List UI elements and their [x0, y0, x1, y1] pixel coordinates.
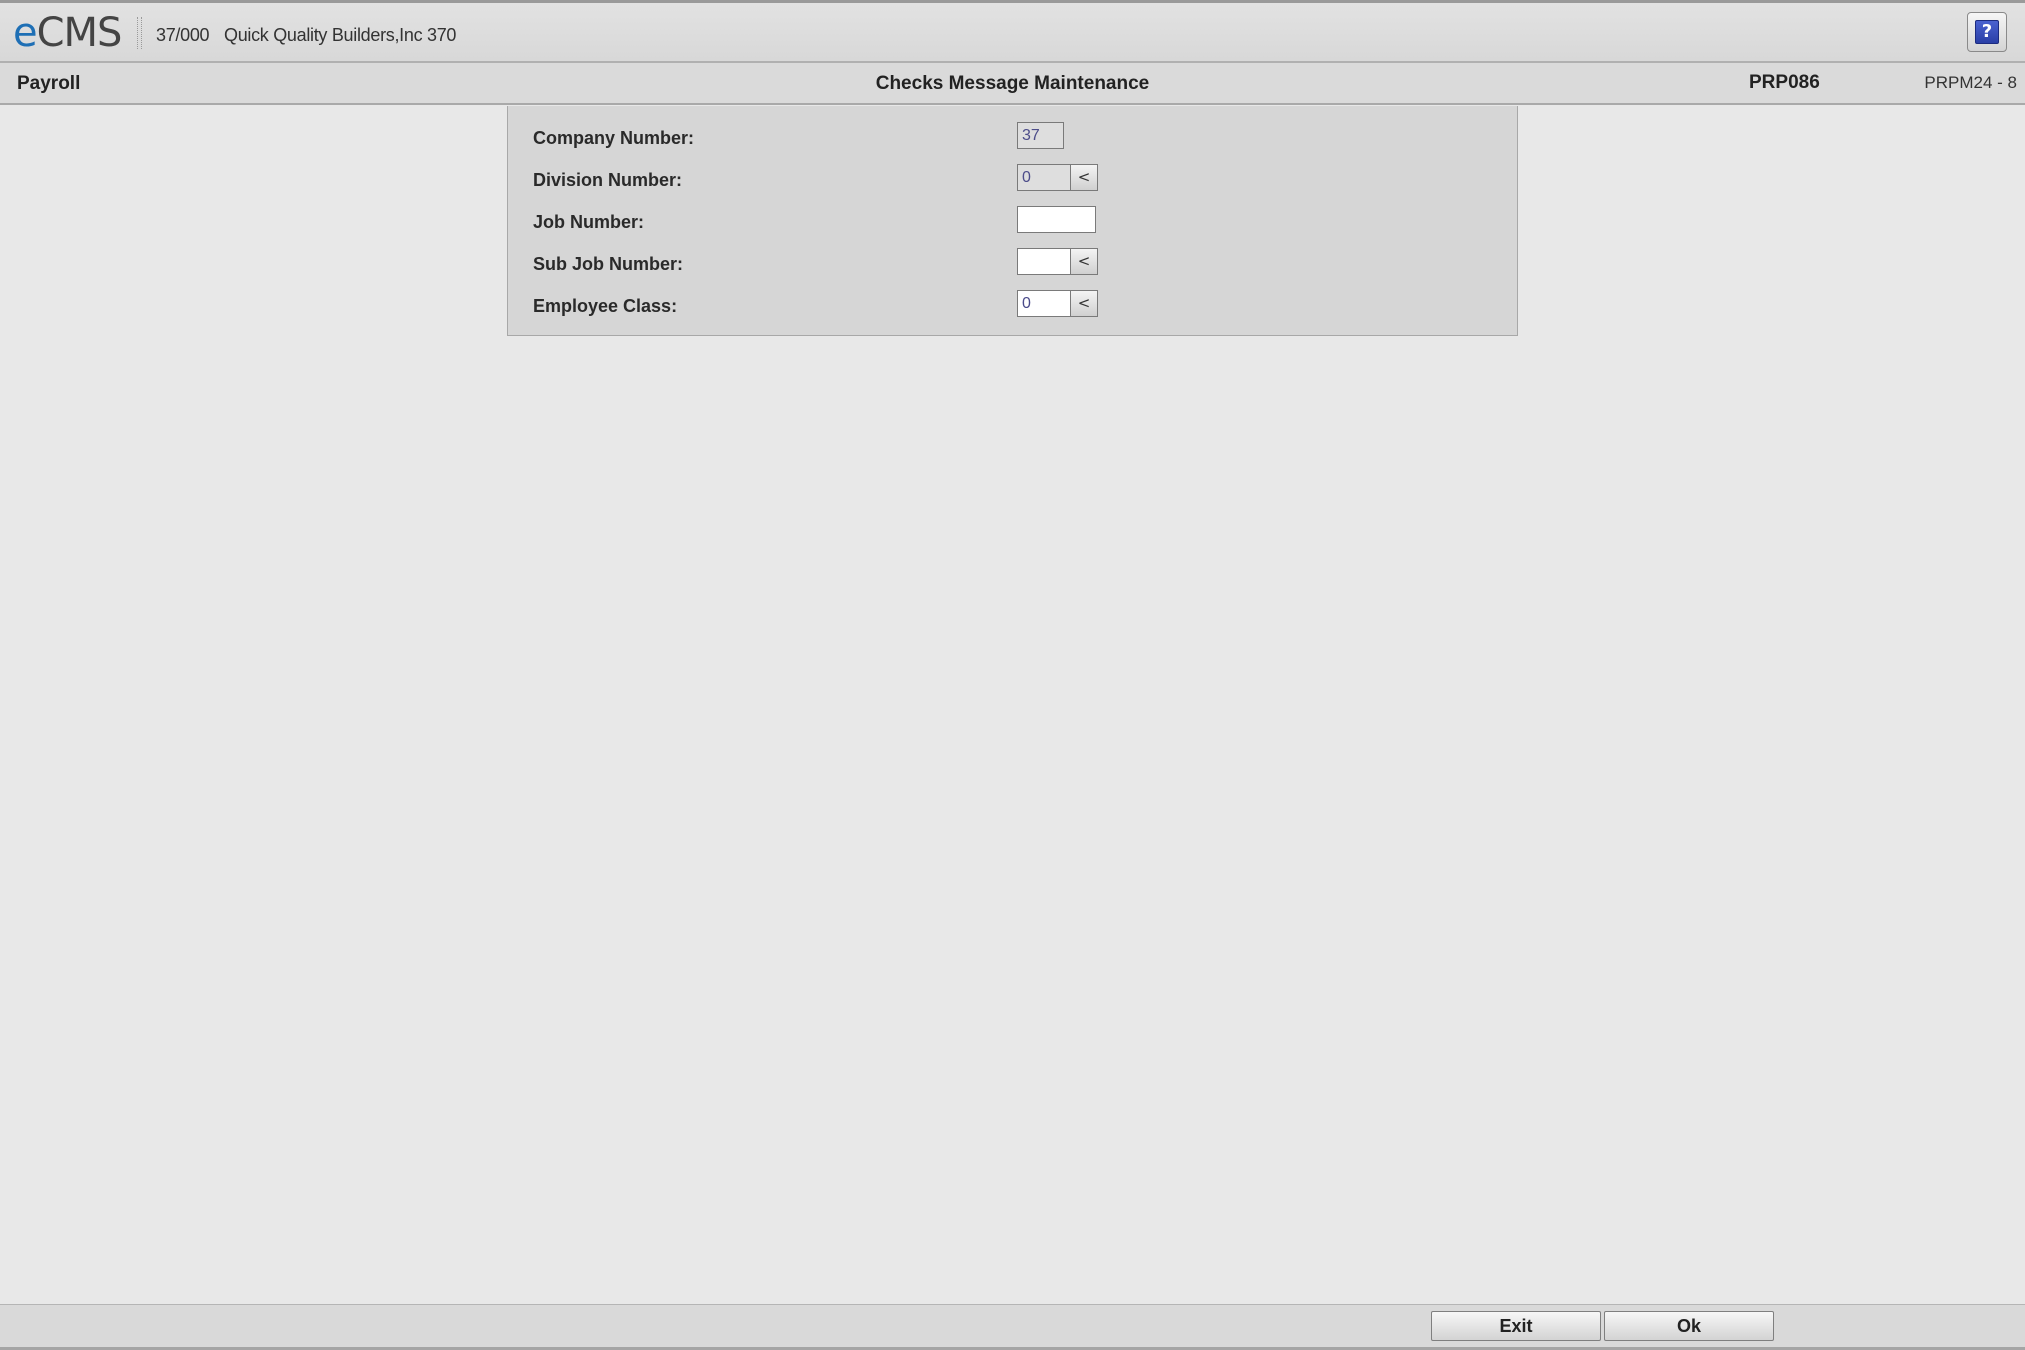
employee-class-lookup-button[interactable]: <	[1071, 290, 1098, 317]
title-bar: Payroll Checks Message Maintenance PRP08…	[0, 63, 2025, 105]
program-id: PRP086	[1749, 72, 1820, 93]
help-icon: ?	[1975, 20, 1999, 44]
job-number-input[interactable]	[1017, 206, 1096, 233]
division-number-label: Division Number:	[533, 170, 683, 190]
division-number-lookup-button[interactable]: <	[1071, 164, 1098, 191]
sub-job-number-label: Sub Job Number:	[533, 254, 684, 274]
sub-job-number-input[interactable]	[1017, 248, 1071, 275]
footer-bar: Exit Ok	[0, 1304, 2025, 1350]
screen-id: PRPM24 - 8	[1924, 73, 2017, 92]
ok-button[interactable]: Ok	[1604, 1311, 1774, 1341]
company-name: Quick Quality Builders,Inc 370	[224, 25, 457, 45]
header-separator	[137, 17, 142, 49]
help-button[interactable]: ?	[1967, 12, 2007, 52]
sub-job-number-lookup-button[interactable]: <	[1071, 248, 1098, 275]
ecms-logo: eCMS	[13, 10, 122, 56]
page-title: Checks Message Maintenance	[875, 73, 1150, 94]
job-number-label: Job Number:	[533, 212, 645, 232]
exit-button[interactable]: Exit	[1431, 1311, 1601, 1341]
company-number-field: 37	[1017, 122, 1064, 149]
company-code: 37/000	[156, 25, 210, 45]
app-header: eCMS 37/000 Quick Quality Builders,Inc 3…	[0, 0, 2025, 63]
division-number-field[interactable]: 0	[1017, 164, 1071, 191]
employee-class-input[interactable]: 0	[1017, 290, 1071, 317]
company-number-label: Company Number:	[533, 128, 695, 148]
employee-class-label: Employee Class:	[533, 296, 678, 316]
selection-form: Company Number: 37 Division Number: 0 < …	[507, 106, 1518, 336]
